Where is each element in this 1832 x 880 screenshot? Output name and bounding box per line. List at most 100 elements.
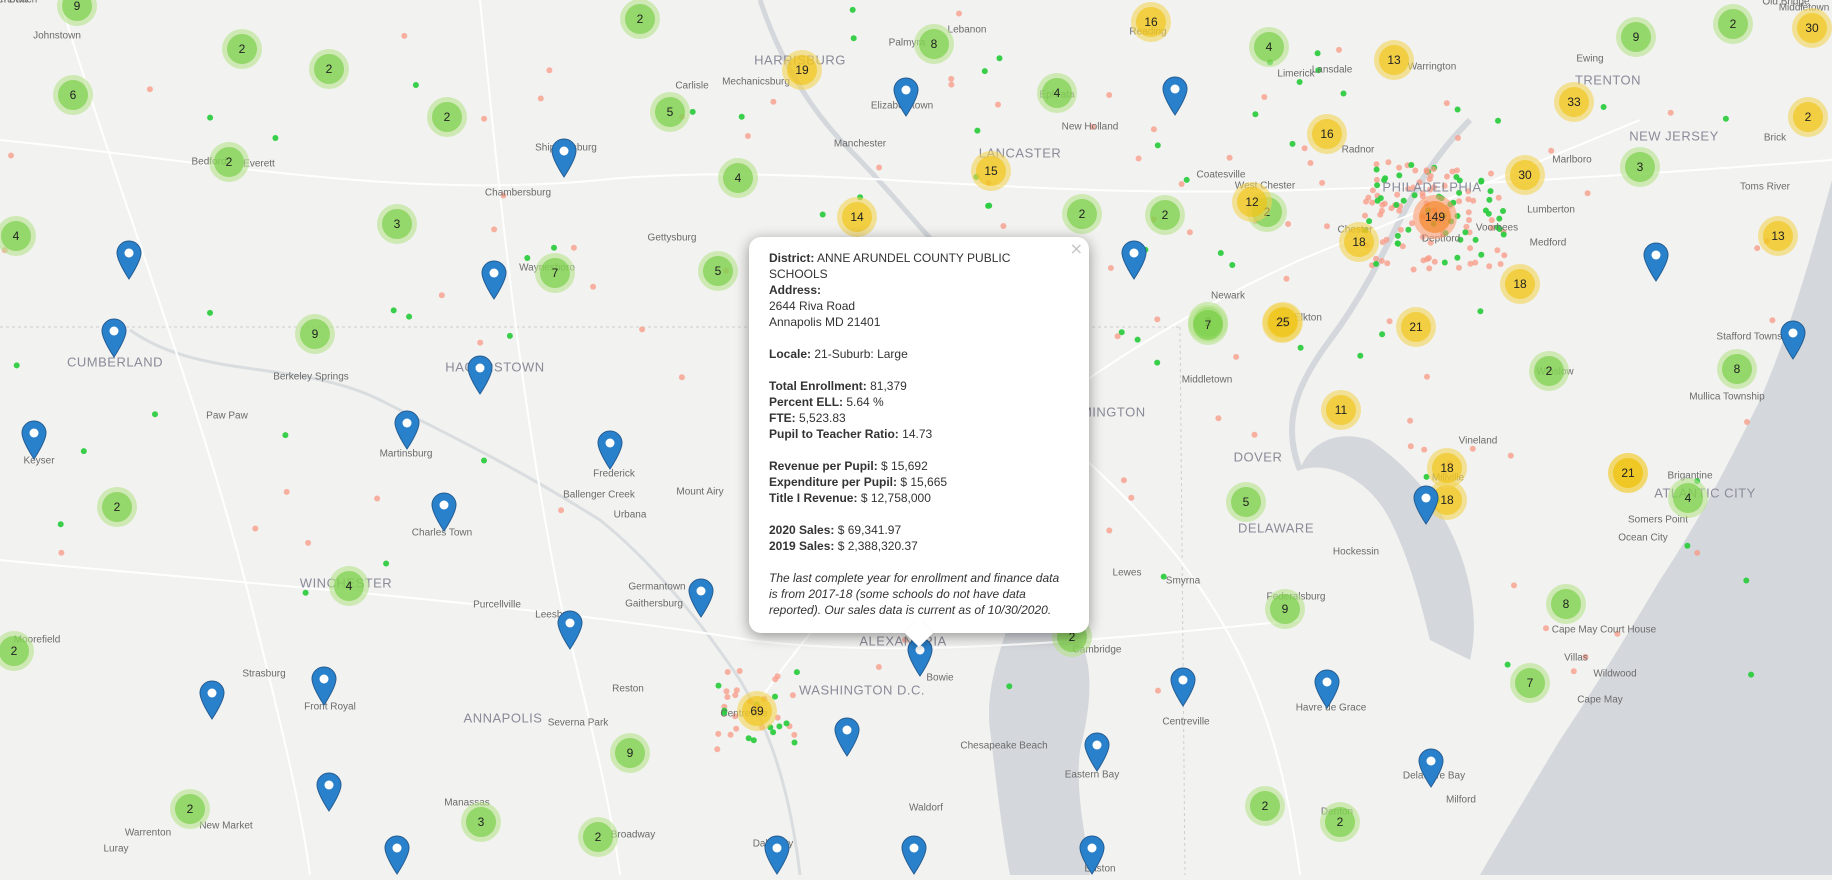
school-dot-green[interactable] xyxy=(302,589,309,596)
school-dot-red[interactable] xyxy=(995,101,1001,108)
school-dot-red[interactable] xyxy=(1444,173,1450,180)
school-dot-red[interactable] xyxy=(1456,198,1463,205)
school-dot-red[interactable] xyxy=(1178,181,1185,187)
school-dot-red[interactable] xyxy=(1420,257,1427,264)
school-dot-red[interactable] xyxy=(401,32,408,39)
school-dot-red[interactable] xyxy=(1416,179,1423,186)
school-dot-green[interactable] xyxy=(1296,79,1303,85)
school-dot-red[interactable] xyxy=(1301,145,1308,152)
school-dot-green[interactable] xyxy=(1394,240,1401,247)
map-pin-icon[interactable] xyxy=(1162,76,1188,116)
cluster-marker[interactable]: 2 xyxy=(1529,351,1569,391)
school-dot-green[interactable] xyxy=(721,707,728,714)
cluster-marker[interactable]: 15 xyxy=(971,151,1011,191)
school-dot-red[interactable] xyxy=(1430,166,1437,173)
cluster-marker[interactable]: 2 xyxy=(1145,195,1185,235)
school-dot-green[interactable] xyxy=(1379,331,1386,338)
school-dot-green[interactable] xyxy=(1500,208,1506,214)
school-dot-red[interactable] xyxy=(1399,243,1406,250)
map-pin-icon[interactable] xyxy=(901,835,927,875)
school-dot-red[interactable] xyxy=(1377,211,1384,218)
school-dot-red[interactable] xyxy=(1106,92,1113,98)
school-dot-green[interactable] xyxy=(1183,176,1190,183)
school-dot-red[interactable] xyxy=(1319,179,1326,186)
cluster-marker[interactable]: 7 xyxy=(1510,663,1550,703)
school-dot-green[interactable] xyxy=(1408,162,1415,168)
school-dot-green[interactable] xyxy=(1504,661,1511,668)
school-dot-green[interactable] xyxy=(715,682,722,689)
cluster-marker[interactable]: 12 xyxy=(1232,182,1272,222)
school-dot-red[interactable] xyxy=(1667,109,1674,116)
cluster-marker[interactable]: 7 xyxy=(1188,305,1228,345)
school-dot-green[interactable] xyxy=(207,309,213,316)
cluster-marker[interactable]: 8 xyxy=(1546,584,1586,624)
school-dot-red[interactable] xyxy=(252,525,259,532)
school-dot-green[interactable] xyxy=(1394,232,1401,239)
school-dot-red[interactable] xyxy=(1465,188,1472,195)
school-dot-green[interactable] xyxy=(1454,254,1461,261)
school-dot-red[interactable] xyxy=(1407,443,1414,450)
cluster-marker[interactable]: 25 xyxy=(1263,302,1303,342)
cluster-marker[interactable]: 2 xyxy=(1713,4,1753,44)
cluster-marker[interactable]: 13 xyxy=(1758,216,1798,256)
school-dot-green[interactable] xyxy=(1229,262,1236,268)
school-dot-red[interactable] xyxy=(1394,191,1401,198)
school-dot-green[interactable] xyxy=(1382,175,1389,182)
school-dot-red[interactable] xyxy=(1467,245,1474,252)
school-dot-red[interactable] xyxy=(477,339,484,346)
school-dot-red[interactable] xyxy=(1489,224,1496,231)
cluster-marker[interactable]: 149 xyxy=(1413,195,1457,239)
school-dot-green[interactable] xyxy=(1373,260,1380,267)
school-dot-green[interactable] xyxy=(272,135,279,141)
school-dot-green[interactable] xyxy=(1486,196,1493,203)
cluster-marker[interactable]: 4 xyxy=(718,158,758,198)
school-dot-red[interactable] xyxy=(1465,209,1472,216)
school-dot-red[interactable] xyxy=(1373,255,1379,262)
school-dot-red[interactable] xyxy=(1467,260,1474,267)
school-dot-red[interactable] xyxy=(876,164,883,171)
school-dot-red[interactable] xyxy=(1373,176,1380,183)
cluster-marker[interactable]: 5 xyxy=(650,92,690,132)
school-dot-green[interactable] xyxy=(1393,201,1400,208)
school-dot-red[interactable] xyxy=(774,673,781,680)
cluster-marker[interactable]: 2 xyxy=(1788,97,1828,137)
cluster-marker[interactable]: 9 xyxy=(1616,17,1656,57)
school-dot-green[interactable] xyxy=(1289,140,1296,147)
school-dot-green[interactable] xyxy=(1482,207,1489,214)
cluster-marker[interactable]: 3 xyxy=(1620,147,1660,187)
school-dot-red[interactable] xyxy=(1107,265,1114,271)
school-dot-green[interactable] xyxy=(1478,251,1485,258)
map-pin-icon[interactable] xyxy=(199,680,225,720)
map-pin-icon[interactable] xyxy=(834,717,860,757)
map-pin-icon[interactable] xyxy=(467,355,493,395)
school-dot-green[interactable] xyxy=(481,457,487,464)
school-dot-green[interactable] xyxy=(13,362,20,369)
school-dot-green[interactable] xyxy=(1411,192,1418,199)
school-dot-red[interactable] xyxy=(1694,549,1701,556)
school-dot-red[interactable] xyxy=(1154,316,1161,323)
school-dot-red[interactable] xyxy=(1369,187,1376,194)
map-pin-icon[interactable] xyxy=(893,77,919,117)
map-pin-icon[interactable] xyxy=(431,492,457,532)
school-dot-green[interactable] xyxy=(1297,344,1304,351)
school-dot-green[interactable] xyxy=(1154,359,1161,366)
school-dot-green[interactable] xyxy=(745,735,752,742)
school-dot-green[interactable] xyxy=(1494,224,1501,231)
cluster-marker[interactable]: 2 xyxy=(309,49,349,89)
school-dot-red[interactable] xyxy=(1407,417,1414,424)
school-dot-red[interactable] xyxy=(1769,317,1776,324)
school-dot-red[interactable] xyxy=(537,95,544,102)
school-dot-red[interactable] xyxy=(1584,190,1591,197)
school-dot-green[interactable] xyxy=(406,313,413,320)
school-dot-green[interactable] xyxy=(819,211,826,218)
cluster-marker[interactable]: 8 xyxy=(914,24,954,64)
school-dot-red[interactable] xyxy=(438,292,445,299)
school-dot-red[interactable] xyxy=(1251,431,1258,438)
school-dot-green[interactable] xyxy=(849,6,856,13)
school-dot-red[interactable] xyxy=(1362,212,1368,219)
school-dot-red[interactable] xyxy=(1570,668,1577,675)
school-dot-red[interactable] xyxy=(733,725,740,732)
school-dot-red[interactable] xyxy=(1507,452,1514,459)
cluster-marker[interactable]: 2 xyxy=(209,142,249,182)
school-dot-red[interactable] xyxy=(305,539,312,546)
